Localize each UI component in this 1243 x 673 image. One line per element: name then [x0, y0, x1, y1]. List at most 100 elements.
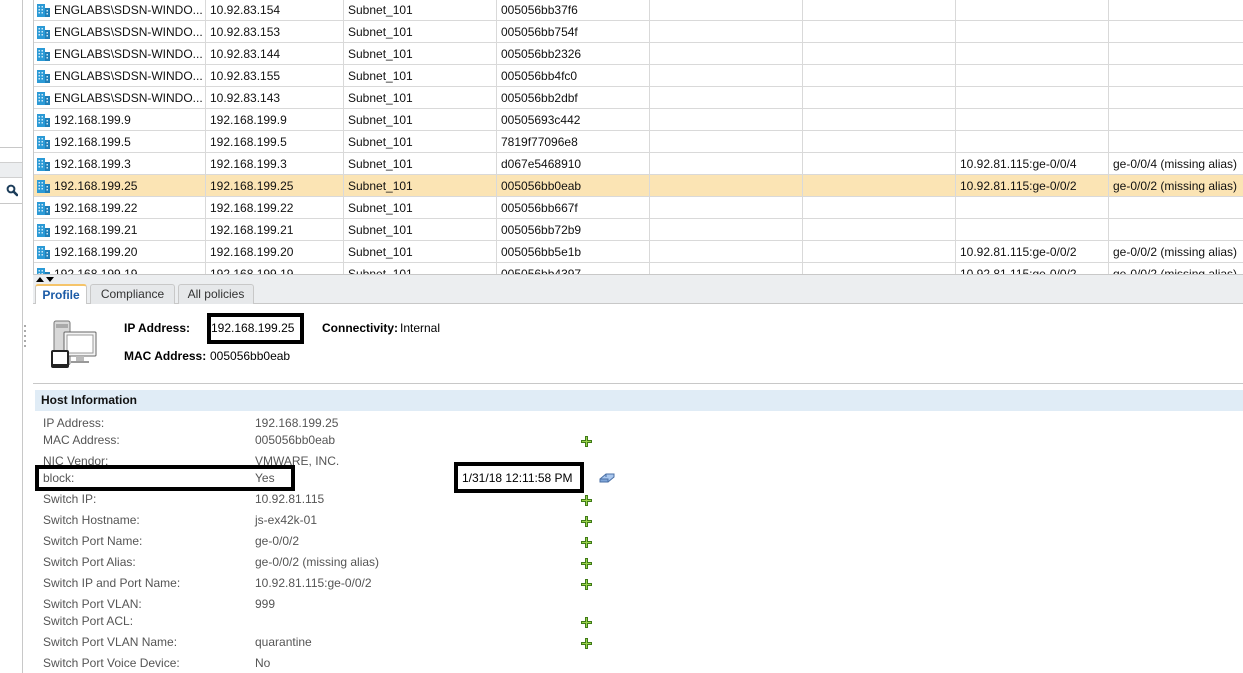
empty-cell [650, 263, 803, 274]
add-plus-icon[interactable] [581, 495, 592, 506]
empty-cell [803, 21, 956, 43]
switch-ip-port-cell [956, 0, 1109, 21]
tab-compliance[interactable]: Compliance [90, 284, 175, 305]
connectivity-label: Connectivity: [322, 321, 399, 335]
switch-port-alias-cell [1109, 65, 1243, 87]
mac-address-cell: 005056bb2326 [497, 43, 650, 65]
table-row[interactable]: 192.168.199.5 192.168.199.5 Subnet_101 7819… [34, 131, 1243, 153]
eraser-clear-icon[interactable] [599, 472, 615, 484]
search-box[interactable] [0, 179, 22, 204]
add-plus-icon[interactable] [581, 537, 592, 548]
empty-cell [803, 43, 956, 65]
tab-all-policies[interactable]: All policies [178, 284, 254, 305]
ip-address-cell: 192.168.199.21 [206, 219, 344, 241]
empty-cell [803, 219, 956, 241]
host-building-icon [37, 114, 50, 127]
mac-address-cell: 005056bb667f [497, 197, 650, 219]
splitter-grip[interactable] [876, 277, 900, 288]
ip-address-cell: 10.92.83.153 [206, 21, 344, 43]
table-row[interactable]: ENGLABS\SDSN-WINDO... 10.92.83.155 Subnet_… [34, 65, 1243, 87]
vertical-splitter-grip[interactable] [24, 325, 28, 351]
segment-cell: Subnet_101 [344, 175, 497, 197]
ip-address-label: IP Address: [124, 321, 191, 335]
add-plus-icon[interactable] [581, 617, 592, 628]
field-value: VMWARE, INC. [255, 454, 340, 468]
tab-profile[interactable]: Profile [35, 284, 87, 306]
host-name-cell: ENGLABS\SDSN-WINDO... [34, 0, 206, 21]
field-value: No [255, 656, 271, 670]
mac-address-cell: 005056bb37f6 [497, 0, 650, 21]
field-value: quarantine [255, 635, 312, 649]
mac-address-cell: 005056bb2dbf [497, 87, 650, 109]
table-row[interactable]: 192.168.199.21 192.168.199.21 Subnet_101 00… [34, 219, 1243, 241]
ip-address-cell: 10.92.83.143 [206, 87, 344, 109]
switch-ip-port-cell: 10.92.81.115:ge-0/0/2 [956, 175, 1109, 197]
add-plus-icon[interactable] [581, 558, 592, 569]
table-row[interactable]: ENGLABS\SDSN-WINDO... 10.92.83.153 Subnet_… [34, 21, 1243, 43]
mac-address-cell: 005056bb0eab [497, 175, 650, 197]
host-name-text: 192.168.199.20 [54, 245, 138, 259]
segment-cell: Subnet_101 [344, 153, 497, 175]
field-label: NIC Vendor: [43, 454, 109, 468]
search-icon[interactable] [6, 184, 18, 198]
segment-cell: Subnet_101 [344, 109, 497, 131]
mac-address-cell: 005056bb5e1b [497, 241, 650, 263]
switch-port-alias-cell [1109, 219, 1243, 241]
empty-cell [650, 87, 803, 109]
table-row[interactable]: 192.168.199.19 192.168.199.19 Subnet_101 00… [34, 263, 1243, 274]
mac-address-cell: 005056bb754f [497, 21, 650, 43]
field-value: Yes [255, 471, 275, 485]
field-label: MAC Address: [43, 433, 120, 447]
switch-port-alias-cell: ge-0/0/4 (missing alias) [1109, 153, 1243, 175]
left-panel [0, 0, 23, 673]
table-row-selected[interactable]: 192.168.199.25 192.168.199.25 Subnet_101 00… [34, 175, 1243, 197]
segment-cell: Subnet_101 [344, 43, 497, 65]
host-name-cell: 192.168.199.19 [34, 263, 206, 274]
left-panel-tree[interactable] [0, 0, 22, 148]
field-label: Switch IP: [43, 492, 97, 506]
table-row[interactable]: 192.168.199.9 192.168.199.9 Subnet_101 0050… [34, 109, 1243, 131]
segment-cell: Subnet_101 [344, 197, 497, 219]
host-building-icon [37, 136, 50, 149]
add-plus-icon[interactable] [581, 638, 592, 649]
empty-cell [650, 21, 803, 43]
empty-cell [650, 175, 803, 197]
field-label: Switch Port Voice Device: [43, 656, 180, 670]
ip-address-cell: 10.92.83.154 [206, 0, 344, 21]
add-plus-icon[interactable] [581, 516, 592, 527]
field-value: 005056bb0eab [255, 433, 336, 447]
add-plus-icon[interactable] [581, 436, 592, 447]
host-building-icon [37, 180, 50, 193]
table-row[interactable]: 192.168.199.22 192.168.199.22 Subnet_101 00… [34, 197, 1243, 219]
field-value: ge-0/0/2 (missing alias) [255, 555, 380, 569]
left-panel-header [0, 162, 22, 178]
host-name-cell: ENGLABS\SDSN-WINDO... [34, 21, 206, 43]
switch-port-alias-cell [1109, 109, 1243, 131]
host-building-icon [37, 26, 50, 39]
table-row[interactable]: 192.168.199.3 192.168.199.3 Subnet_101 d067… [34, 153, 1243, 175]
field-value: js-ex42k-01 [255, 513, 318, 527]
mac-address-label: MAC Address: [124, 349, 207, 363]
empty-cell [650, 109, 803, 131]
ip-address-cell: 192.168.199.5 [206, 131, 344, 153]
horizontal-splitter[interactable] [33, 274, 1243, 288]
table-row[interactable]: ENGLABS\SDSN-WINDO... 10.92.83.154 Subnet_… [34, 0, 1243, 21]
host-name-text: 192.168.199.19 [54, 267, 138, 274]
host-name-text: 192.168.199.21 [54, 223, 138, 237]
empty-cell [803, 131, 956, 153]
segment-cell: Subnet_101 [344, 0, 497, 21]
host-name-text: ENGLABS\SDSN-WINDO... [54, 91, 203, 105]
field-value: 192.168.199.25 [255, 416, 339, 430]
field-value: 10.92.81.115:ge-0/0/2 [255, 576, 372, 590]
empty-cell [803, 263, 956, 274]
table-row[interactable]: ENGLABS\SDSN-WINDO... 10.92.83.143 Subnet_… [34, 87, 1243, 109]
mac-address-cell: 005056bb4fc0 [497, 65, 650, 87]
switch-port-alias-cell: ge-0/0/2 (missing alias) [1109, 175, 1243, 197]
ip-address-cell: 192.168.199.25 [206, 175, 344, 197]
add-plus-icon[interactable] [581, 579, 592, 590]
table-row[interactable]: 192.168.199.20 192.168.199.20 Subnet_101 00… [34, 241, 1243, 263]
table-row[interactable]: ENGLABS\SDSN-WINDO... 10.92.83.144 Subnet_… [34, 43, 1243, 65]
mac-address-cell: 005056bb4397 [497, 263, 650, 274]
ip-address-cell: 192.168.199.20 [206, 241, 344, 263]
ip-address-cell: 192.168.199.19 [206, 263, 344, 274]
